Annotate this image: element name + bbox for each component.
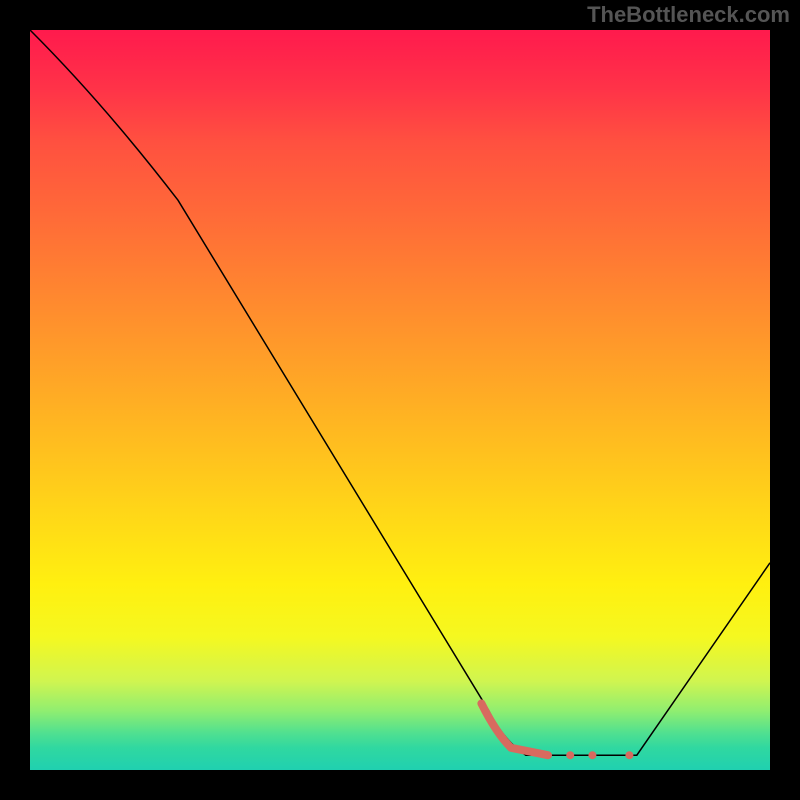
dot	[588, 751, 596, 759]
chart-overlay	[30, 30, 770, 770]
main-curve	[30, 30, 770, 755]
watermark-text: TheBottleneck.com	[587, 2, 790, 28]
dot	[566, 751, 574, 759]
dot	[625, 751, 633, 759]
highlight-segment	[481, 703, 548, 755]
